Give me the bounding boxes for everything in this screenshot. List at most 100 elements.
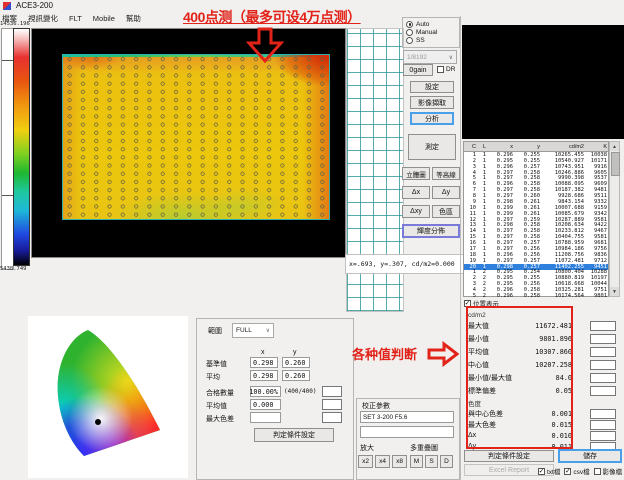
zoom-x8-button[interactable]: x8 [392, 455, 407, 468]
stats-value: 10307.860 [520, 348, 572, 356]
measure-button[interactable]: 測定 [408, 134, 456, 160]
overlay-D-button[interactable]: D [440, 455, 453, 468]
stats-row: 平均值10307.860 [468, 345, 616, 358]
judge-box [590, 420, 616, 430]
judge-box [590, 386, 616, 396]
calibration-param2-field[interactable] [360, 426, 454, 438]
file-type-checkbox[interactable]: ✓txt檔 [538, 466, 560, 476]
file-type-checkbox[interactable]: ✓csv檔 [564, 466, 589, 476]
divider [460, 16, 461, 480]
stats-label: 標準偏差 [468, 386, 496, 396]
scroll-thumb[interactable] [611, 152, 620, 176]
scroll-up-icon[interactable]: ▲ [610, 142, 619, 151]
analyze-button[interactable]: 分析 [410, 112, 454, 125]
pass-judge-box [322, 386, 342, 397]
average-y-field: 0.260 [282, 370, 310, 381]
judge-box [590, 431, 616, 441]
luminance-heatmap[interactable] [62, 54, 330, 220]
table-header: CLxycd/m2K [464, 142, 608, 152]
table-col-header: C [464, 144, 476, 150]
stats-value: 10207.258 [520, 361, 572, 369]
annotation-right-arrow-icon [427, 341, 459, 367]
capture-radio[interactable]: Manual [406, 28, 459, 36]
file-type-label: 影像檔 [603, 466, 623, 476]
shutter-value: 1/8192 [407, 54, 427, 61]
shutter-dropdown[interactable]: 1/8192∨ [403, 50, 457, 64]
stats-row: 中心值 10207.258 [468, 358, 616, 371]
scroll-down-icon[interactable]: ▼ [610, 287, 619, 296]
stats-row: 與中心色差0.001 [468, 408, 616, 419]
overlay-M-button[interactable]: M [410, 455, 423, 468]
position-display-label: 位置表示 [473, 298, 499, 308]
menu-item[interactable]: 幫助 [126, 13, 141, 24]
judge-box [590, 321, 616, 331]
contour-button[interactable]: 等高線 [432, 167, 460, 180]
stats-label: 最小值 [468, 334, 489, 344]
image-capture-button[interactable]: 影像擷取 [410, 96, 454, 109]
reference-y-field[interactable]: 0.260 [282, 357, 310, 368]
cursor-readout: x=.693, y=.307, cd/m2=0.000 [345, 254, 464, 274]
white-point-marker [95, 419, 101, 425]
range-dropdown[interactable]: FULL∨ [232, 323, 274, 338]
delta-x-button[interactable]: Δx [402, 186, 430, 199]
judge-condition-button[interactable]: 判定條件設定 [464, 450, 554, 462]
dr-label: DR [446, 66, 455, 73]
measurement-table[interactable]: CLxycd/m2K 110.2960.25510265.45510038210… [463, 141, 609, 297]
checkbox-checked-icon: ✓ [464, 300, 471, 307]
position-display-checkbox[interactable]: ✓ 位置表示 [464, 298, 499, 308]
annotation-down-arrow-icon [246, 27, 284, 63]
judge-box [590, 360, 616, 370]
chevron-down-icon: ∨ [266, 327, 270, 334]
overlay-S-button[interactable]: S [425, 455, 438, 468]
settings-button[interactable]: 設定 [410, 81, 454, 93]
capture-radio[interactable]: SS [406, 36, 459, 44]
checkbox-icon [594, 468, 601, 475]
luminance-dist-button[interactable]: 輝度分佈 [402, 224, 460, 238]
calibration-param-field[interactable]: SET 3-200 F5.6 [360, 411, 454, 423]
app-icon [3, 2, 11, 10]
stats-label: Δx [468, 432, 476, 439]
annotation-top-text: 400点测（最多可设4万点测） [183, 7, 361, 27]
color-zone-button[interactable]: 色區 [432, 205, 460, 218]
capture-radio[interactable]: Auto [406, 20, 459, 28]
solid-view-button[interactable]: 立體圖 [402, 167, 430, 180]
reference-x-field[interactable]: 0.298 [250, 357, 278, 368]
colorbar-max-label: 14536.196 [0, 21, 30, 27]
menu-item[interactable]: Mobile [93, 14, 115, 23]
col-x-header: x [261, 349, 265, 356]
table-col-header: x [486, 144, 513, 150]
menu-item[interactable]: FLT [69, 14, 82, 23]
menu-item[interactable]: 視訊變化 [28, 13, 58, 24]
profile-grid [346, 28, 404, 256]
calibration-title: 校正參數 [362, 401, 390, 411]
ruler-tick [2, 195, 13, 196]
maxdiff-judge-box [322, 412, 342, 423]
mean-label: 平均值 [206, 401, 227, 411]
stats-value: 0.015 [520, 421, 572, 429]
maxdiff-value-field [250, 412, 281, 423]
dr-checkbox[interactable]: DR [437, 66, 455, 73]
file-type-checkbox[interactable]: 影像檔 [594, 466, 623, 476]
capture-mode-group: AutoManualSS [402, 17, 460, 48]
stats-value: 0.05 [520, 387, 572, 395]
checkbox-icon [437, 66, 444, 73]
stats-row: Δx0.010 [468, 430, 616, 441]
save-button[interactable]: 儲存 [558, 449, 622, 463]
stats-label: 中心值 [468, 360, 489, 370]
delta-y-button[interactable]: Δy [432, 186, 460, 199]
zoom-x2-button[interactable]: x2 [358, 455, 373, 468]
gain-button[interactable]: 0gain [403, 64, 433, 76]
stats-label: 最小值/最大值 [468, 373, 512, 383]
maxdiff-label: 最大色差 [206, 414, 234, 424]
judge-condition-button-2[interactable]: 判定條件設定 [254, 428, 334, 442]
zoom-x4-button[interactable]: x4 [375, 455, 390, 468]
judge-box [590, 347, 616, 357]
table-col-header: cd/m2 [540, 144, 584, 150]
table-scrollbar[interactable]: ▲ ▼ [609, 141, 620, 297]
delta-xy-button[interactable]: Δxy [402, 205, 430, 218]
radio-label: SS [416, 37, 425, 44]
profile-grid-lower [346, 272, 404, 312]
average-x-field: 0.298 [250, 370, 278, 381]
luminance-colorbar [13, 28, 30, 266]
judge-box [590, 409, 616, 419]
